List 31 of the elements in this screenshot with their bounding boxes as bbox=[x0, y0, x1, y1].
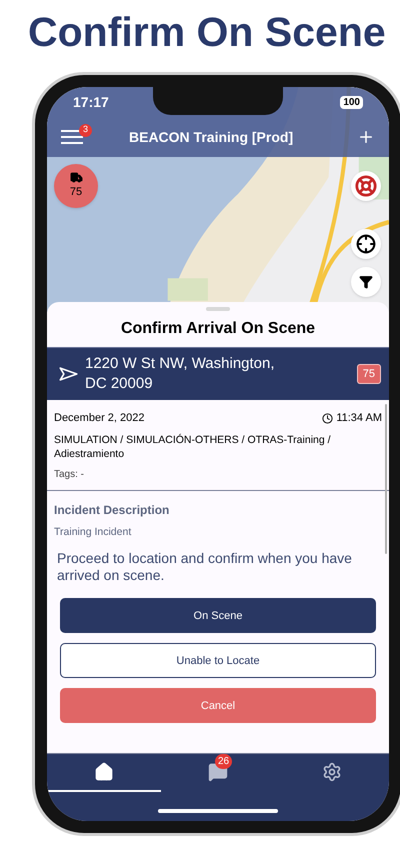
prompt-text: Proceed to location and confirm when you have arrived on scene. bbox=[56, 550, 353, 584]
drag-handle[interactable] bbox=[206, 307, 230, 311]
menu-button[interactable] bbox=[61, 128, 83, 146]
crosshair-icon bbox=[356, 234, 376, 254]
description-heading: Incident Description bbox=[54, 502, 170, 518]
sheet-title: Confirm Arrival On Scene bbox=[120, 319, 316, 339]
incident-tags: Tags: - bbox=[54, 466, 382, 482]
notification-badge: 3 bbox=[79, 124, 92, 136]
clock-icon bbox=[322, 412, 334, 424]
description-text: Training Incident bbox=[54, 524, 132, 540]
settings-icon bbox=[322, 762, 342, 782]
truck-icon bbox=[70, 171, 82, 184]
action-button[interactable]: Unable to Locate bbox=[60, 643, 376, 678]
nav-tab[interactable]: 26 bbox=[161, 754, 275, 792]
battery-level: 100 bbox=[340, 96, 363, 108]
unit-tag: 75 bbox=[356, 364, 381, 384]
action-button[interactable]: On Scene bbox=[60, 598, 376, 634]
lifebuoy-icon bbox=[355, 175, 377, 197]
incident-type: SIMULATION / SIMULACIÓN-OTHERS / OTRAS-Training / Adiestramiento bbox=[54, 432, 332, 460]
incident-time: 11:34 AM bbox=[336, 411, 382, 426]
action-button[interactable]: Cancel bbox=[60, 688, 376, 724]
home-icon bbox=[94, 762, 114, 782]
incident-date: December 2, 2022 bbox=[54, 411, 144, 426]
add-icon[interactable] bbox=[357, 128, 375, 146]
address-text: 1220 W St NW, Washington, DC 20009 bbox=[85, 354, 276, 394]
headline: Confirm On Scene bbox=[27, 8, 387, 57]
filter-icon bbox=[359, 275, 373, 289]
message-badge: 26 bbox=[215, 754, 232, 769]
status-time: 17:17 bbox=[73, 92, 109, 112]
unit-number: 75 bbox=[70, 185, 82, 200]
app-title: BEACON Training [Prod] bbox=[129, 128, 294, 147]
